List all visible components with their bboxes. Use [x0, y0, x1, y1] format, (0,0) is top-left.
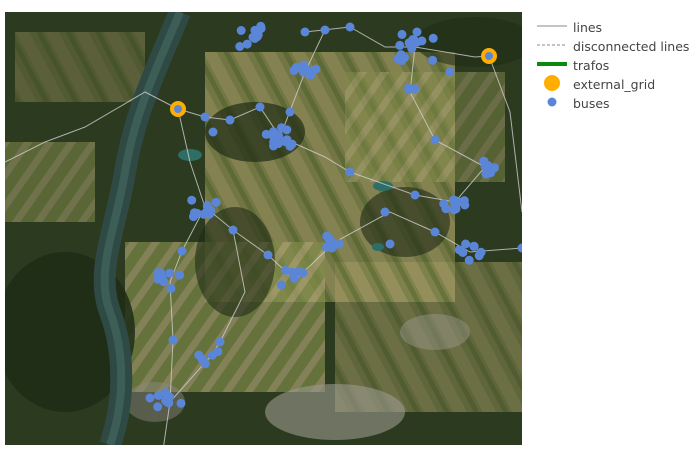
bus-marker[interactable]	[277, 123, 286, 133]
bus-marker[interactable]	[252, 32, 262, 42]
dashed-line-icon	[537, 44, 567, 46]
bus-marker[interactable]	[324, 234, 334, 244]
legend-label: buses	[573, 96, 610, 111]
bus-marker[interactable]	[200, 359, 210, 369]
external-grid-bus-marker[interactable]	[485, 52, 493, 60]
bus-marker[interactable]	[430, 227, 440, 237]
bus-marker[interactable]	[153, 402, 163, 412]
bus-marker[interactable]	[311, 64, 321, 74]
bus-marker[interactable]	[461, 239, 471, 249]
solid-line-icon	[537, 25, 567, 27]
bus-marker[interactable]	[380, 207, 390, 217]
bus-marker[interactable]	[255, 102, 265, 112]
bus-marker[interactable]	[334, 239, 344, 249]
bus-marker[interactable]	[269, 141, 278, 151]
bus-marker[interactable]	[208, 127, 218, 137]
bus-marker[interactable]	[300, 27, 310, 37]
legend-label: lines	[573, 20, 603, 35]
bus-marker[interactable]	[211, 197, 221, 207]
bus-marker[interactable]	[160, 388, 170, 398]
bus-marker[interactable]	[200, 112, 210, 122]
bus-marker[interactable]	[261, 129, 271, 139]
bus-marker[interactable]	[469, 241, 479, 251]
bus-marker[interactable]	[213, 347, 223, 357]
legend-label: trafos	[573, 58, 610, 73]
bus-marker[interactable]	[280, 137, 290, 147]
bus-marker[interactable]	[322, 242, 331, 252]
bus-marker[interactable]	[242, 39, 252, 49]
bus-marker[interactable]	[320, 25, 330, 35]
bus-marker[interactable]	[145, 393, 155, 403]
bus-marker[interactable]	[480, 161, 490, 171]
bus-marker[interactable]	[450, 200, 460, 210]
bus-marker[interactable]	[412, 27, 422, 37]
bus-marker[interactable]	[157, 273, 167, 283]
bus-marker[interactable]	[299, 67, 308, 77]
bus-marker[interactable]	[464, 255, 474, 265]
bus-marker[interactable]	[236, 26, 246, 35]
bus-marker[interactable]	[400, 53, 409, 63]
legend-item-lines[interactable]: lines	[536, 18, 696, 37]
bus-marker[interactable]	[385, 239, 395, 249]
bus-marker[interactable]	[430, 135, 440, 145]
bus-marker[interactable]	[168, 335, 178, 345]
map-view[interactable]	[5, 12, 522, 445]
bus-marker[interactable]	[228, 225, 238, 235]
bus-marker[interactable]	[285, 107, 295, 117]
bus-marker[interactable]	[395, 40, 405, 50]
bus-marker[interactable]	[476, 247, 486, 257]
bus-marker[interactable]	[441, 204, 451, 214]
bus-marker[interactable]	[428, 33, 438, 43]
bus-marker[interactable]	[428, 55, 438, 65]
bus-marker[interactable]	[215, 337, 225, 347]
legend-label: external_grid	[573, 77, 656, 92]
bus-marker[interactable]	[175, 270, 185, 280]
legend: lines disconnected lines trafos external…	[536, 18, 696, 113]
orange-ring-icon	[544, 75, 560, 91]
bus-marker[interactable]	[458, 248, 468, 257]
bus-marker[interactable]	[276, 280, 286, 290]
bus-marker[interactable]	[397, 29, 407, 39]
bus-marker[interactable]	[459, 196, 469, 206]
bus-marker[interactable]	[187, 195, 197, 205]
bus-marker[interactable]	[164, 398, 174, 408]
blue-dot-icon	[547, 97, 557, 107]
external-grid-bus-marker[interactable]	[174, 105, 182, 113]
satellite-basemap	[5, 12, 522, 445]
bus-marker[interactable]	[176, 398, 186, 408]
bus-marker[interactable]	[165, 268, 175, 278]
legend-item-disconnected-lines[interactable]: disconnected lines	[536, 37, 696, 56]
bus-marker[interactable]	[192, 209, 202, 218]
legend-item-external-grid[interactable]: external_grid	[536, 75, 696, 94]
legend-item-trafos[interactable]: trafos	[536, 56, 696, 75]
legend-label: disconnected lines	[573, 39, 690, 54]
bus-marker[interactable]	[166, 284, 176, 293]
bus-marker[interactable]	[263, 250, 273, 260]
bus-marker[interactable]	[410, 190, 420, 200]
bus-marker[interactable]	[225, 115, 235, 125]
bus-marker[interactable]	[177, 246, 187, 256]
bus-marker[interactable]	[289, 66, 299, 75]
bus-marker[interactable]	[404, 83, 414, 93]
bus-marker[interactable]	[289, 273, 299, 283]
thick-green-line-icon	[537, 62, 567, 66]
legend-item-buses[interactable]: buses	[536, 94, 696, 113]
bus-marker[interactable]	[345, 167, 355, 177]
bus-marker[interactable]	[256, 23, 266, 33]
bus-marker[interactable]	[445, 67, 455, 77]
bus-marker[interactable]	[345, 22, 355, 32]
bus-marker[interactable]	[205, 209, 214, 219]
